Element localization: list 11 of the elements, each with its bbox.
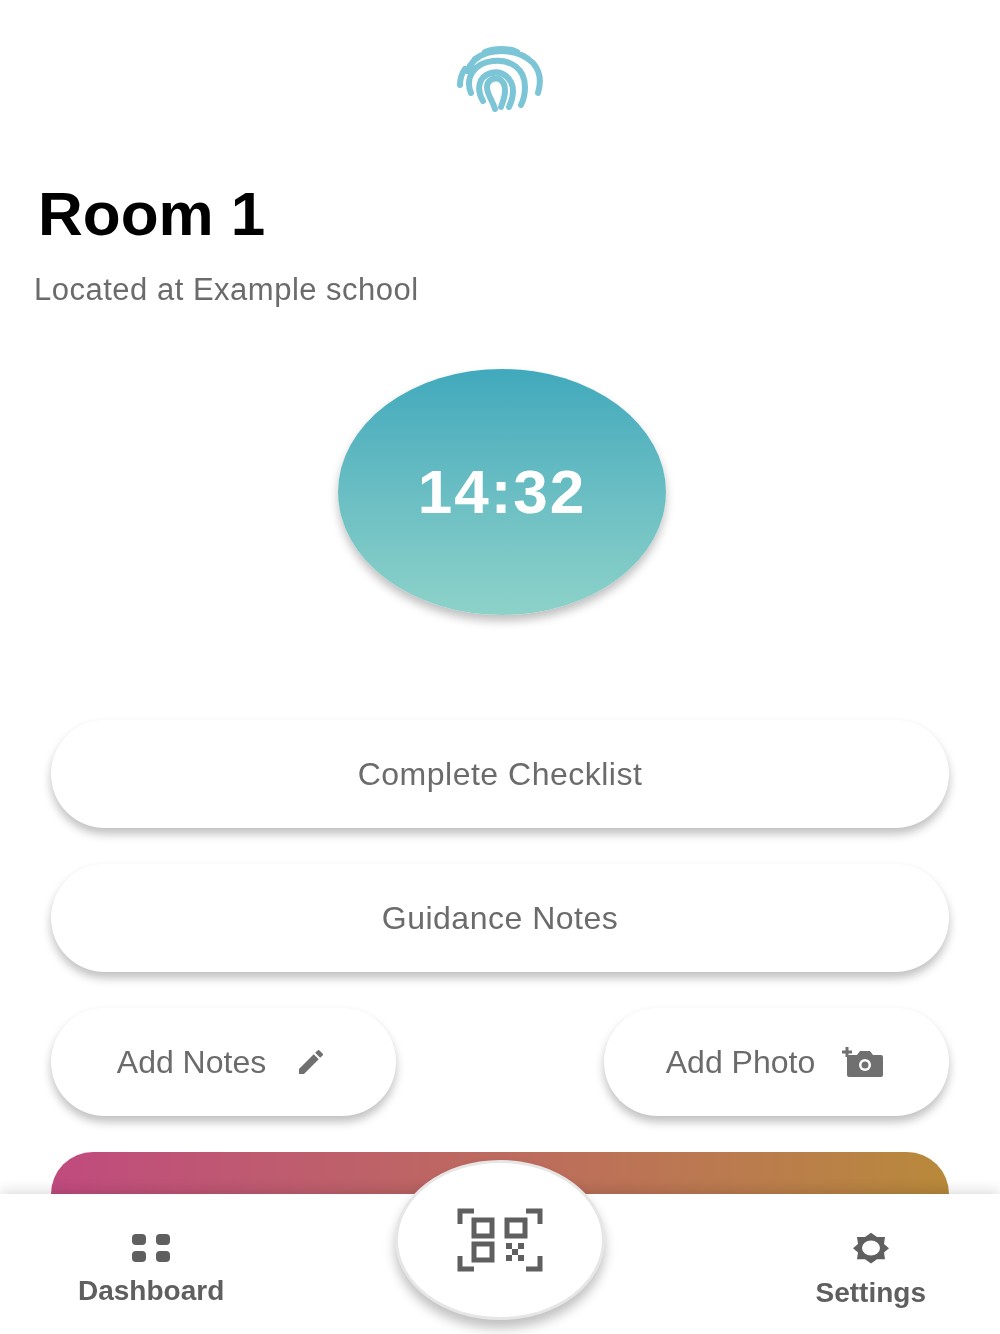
- fingerprint-logo-icon: [455, 45, 545, 113]
- grid-icon: [131, 1231, 172, 1264]
- room-location: Located at Example school: [34, 271, 420, 309]
- qr-code-icon: [457, 1207, 543, 1272]
- action-button[interactable]: Guidance Notes: [51, 863, 949, 972]
- nav-tab[interactable]: Settings: [815, 1231, 926, 1314]
- nav-tab[interactable]: Dashboard: [78, 1231, 225, 1312]
- action-button[interactable]: Complete Checklist: [51, 719, 949, 828]
- action-button[interactable]: Add Notes: [51, 1007, 396, 1116]
- action-button[interactable]: Add Photo: [604, 1007, 949, 1116]
- room-title: Room 1: [38, 183, 267, 245]
